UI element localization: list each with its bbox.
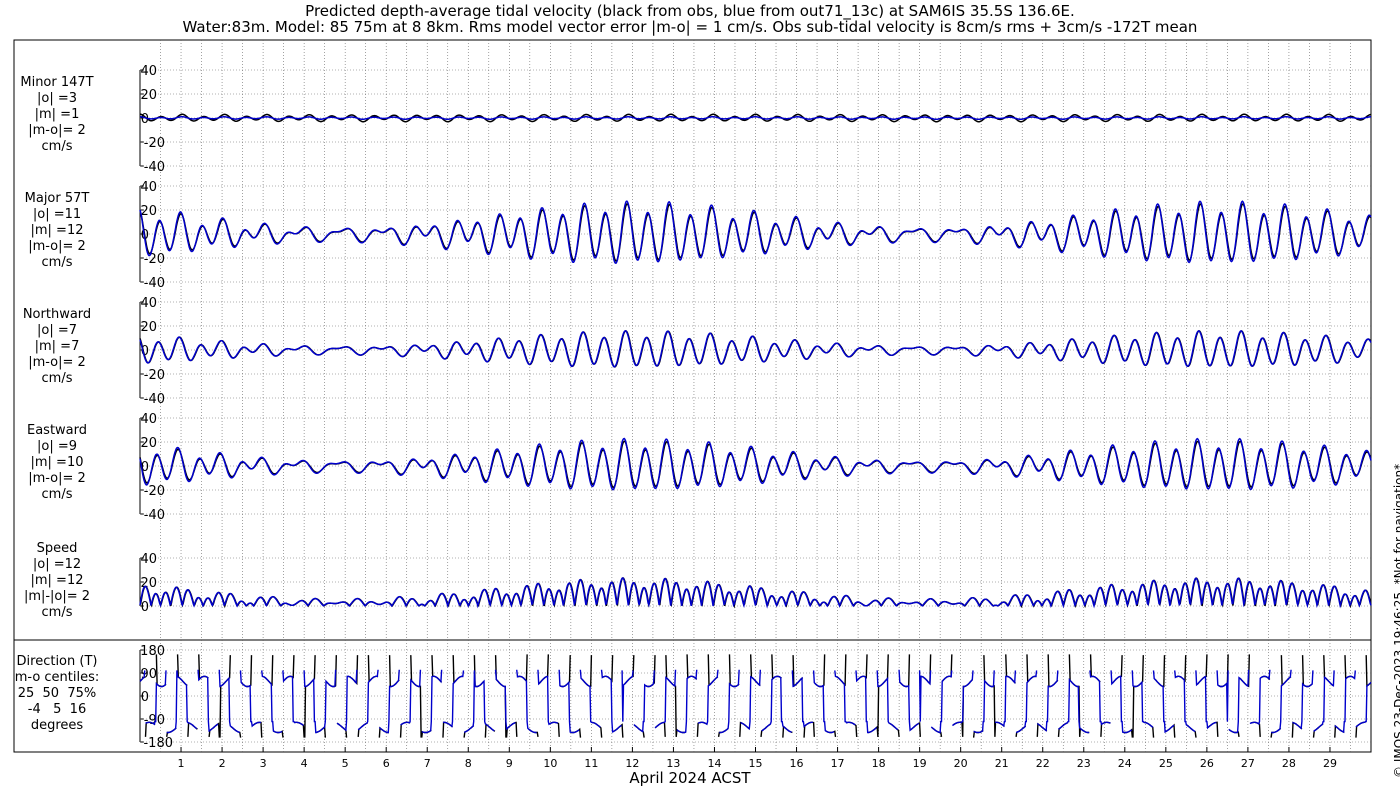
panel-label-east: Eastward |o| =9 |m| =10 |m-o|= 2 cm/s	[8, 423, 106, 503]
panel-label-line: |m| =10	[30, 455, 84, 470]
y-tick-label: 90	[140, 667, 157, 682]
panel-label-line: Northward	[22, 307, 92, 322]
x-tick-label: 22	[1036, 757, 1050, 770]
panel-label-line: |m-o|= 2	[28, 471, 86, 486]
y-tick-label: -20	[144, 136, 165, 151]
panel-label-line: |o| =3	[36, 91, 77, 106]
panel-label-line: |o| =9	[36, 439, 77, 454]
panel-label-line: cm/s	[41, 255, 73, 270]
panel-label-line: |m-o|= 2	[28, 123, 86, 138]
panel-label-line: -4 5 16	[27, 702, 87, 717]
panel-label-line: |m-o|= 2	[28, 355, 86, 370]
panel-label-line: |m| =7	[34, 339, 80, 354]
y-tick-label: 40	[140, 552, 157, 567]
panel-label-line: |m| =1	[34, 107, 80, 122]
panel-label-line: Minor 147T	[20, 75, 94, 90]
x-tick-label: 9	[506, 757, 513, 770]
x-tick-label: 24	[1118, 757, 1132, 770]
y-tick-label: 180	[140, 644, 165, 659]
y-tick-label: -20	[144, 484, 165, 499]
y-tick-label: -180	[143, 736, 173, 751]
panel-label-line: |m| =12	[30, 223, 84, 238]
panel-label-speed: Speed |o| =12 |m| =12 |m|-|o|= 2 cm/s	[8, 541, 106, 621]
panel-label-line: degrees	[30, 718, 84, 733]
y-tick-label: 20	[140, 88, 157, 103]
x-tick-label: 4	[301, 757, 308, 770]
x-tick-label: 21	[995, 757, 1009, 770]
tidal-velocity-chart: -40-2002040-40-2002040-40-2002040-40-200…	[13, 39, 1372, 770]
y-tick-label: 40	[140, 412, 157, 427]
x-tick-label: 23	[1077, 757, 1091, 770]
x-tick-label: 5	[342, 757, 349, 770]
y-tick-label: 0	[141, 690, 149, 705]
panel-label-line: cm/s	[41, 139, 73, 154]
x-tick-label: 18	[872, 757, 886, 770]
y-tick-label: 40	[140, 64, 157, 79]
x-tick-label: 19	[913, 757, 927, 770]
x-tick-label: 1	[178, 757, 185, 770]
y-tick-label: -40	[144, 276, 165, 291]
copyright-notice: © IMOS 23-Dec-2023 19:46:25. *Not for na…	[1392, 463, 1400, 778]
panel-label-line: Direction (T)	[16, 654, 98, 669]
panel-label-line: cm/s	[41, 487, 73, 502]
y-tick-label: 20	[140, 436, 157, 451]
y-tick-label: -40	[144, 392, 165, 407]
x-tick-label: 8	[465, 757, 472, 770]
panel-label-line: |m| =12	[30, 573, 84, 588]
panel-label-line: cm/s	[41, 371, 73, 386]
x-axis-label: April 2024 ACST	[629, 769, 751, 787]
panel-label-line: Major 57T	[24, 191, 90, 206]
panel-label-line: |o| =11	[32, 207, 82, 222]
y-tick-label: -20	[144, 368, 165, 383]
x-tick-label: 20	[954, 757, 968, 770]
y-tick-label: 0	[141, 600, 149, 615]
x-tick-label: 3	[260, 757, 267, 770]
y-tick-label: -40	[144, 160, 165, 175]
panel-label-line: Eastward	[26, 423, 88, 438]
y-tick-label: -90	[144, 713, 165, 728]
panel-label-line: 25 50 75%	[17, 686, 97, 701]
panel-label-minor: Minor 147T |o| =3 |m| =1 |m-o|= 2 cm/s	[8, 75, 106, 155]
x-tick-label: 28	[1282, 757, 1296, 770]
x-tick-label: 2	[219, 757, 226, 770]
y-tick-label: 20	[140, 204, 157, 219]
panel-label-line: |o| =12	[32, 557, 82, 572]
panel-label-major: Major 57T |o| =11 |m| =12 |m-o|= 2 cm/s	[8, 191, 106, 271]
panel-label-line: m-o centiles:	[14, 670, 100, 685]
x-tick-label: 29	[1323, 757, 1337, 770]
x-tick-label: 25	[1159, 757, 1173, 770]
y-tick-label: 40	[140, 296, 157, 311]
panel-label-line: |o| =7	[36, 323, 77, 338]
x-tick-label: 26	[1200, 757, 1214, 770]
y-tick-label: -20	[144, 252, 165, 267]
panel-label-north: Northward |o| =7 |m| =7 |m-o|= 2 cm/s	[8, 307, 106, 387]
panel-label-line: cm/s	[41, 605, 73, 620]
x-tick-label: 7	[424, 757, 431, 770]
x-tick-label: 6	[383, 757, 390, 770]
y-tick-label: -40	[144, 508, 165, 523]
panel-label-direction: Direction (T) m-o centiles: 25 50 75% -4 5 …	[8, 654, 106, 734]
plot-frame-1	[13, 39, 1372, 641]
panel-label-line: |m-o|= 2	[28, 239, 86, 254]
x-tick-label: 27	[1241, 757, 1255, 770]
panel-label-line: Speed	[36, 541, 78, 556]
y-tick-label: 40	[140, 180, 157, 195]
y-tick-label: 20	[140, 320, 157, 335]
panel-label-line: |m|-|o|= 2	[23, 589, 91, 604]
